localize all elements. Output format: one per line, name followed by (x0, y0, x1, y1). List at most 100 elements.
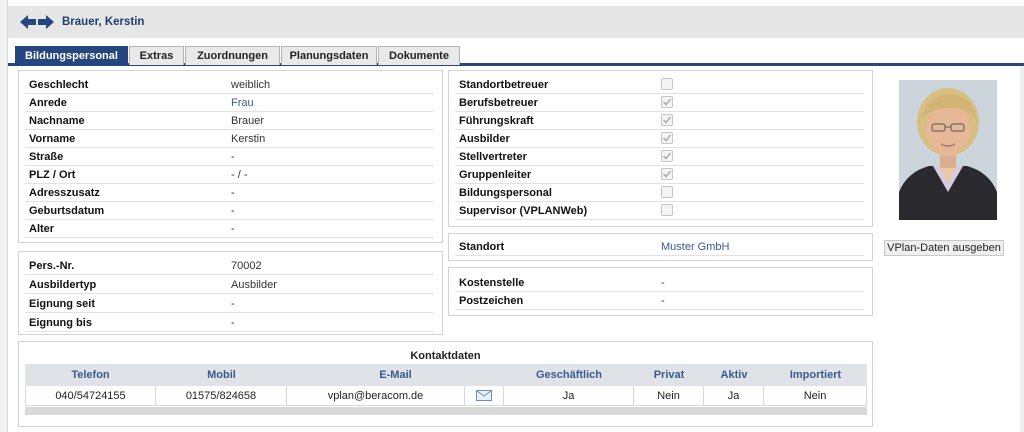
roles-panel: Standortbetreuer Berufsbetreuer Führungs… (448, 70, 873, 227)
field-label: Eignung seit (29, 297, 95, 310)
field-label: Geschlecht (29, 78, 89, 91)
field-value: - (661, 294, 665, 307)
scrollbar-track[interactable] (1020, 66, 1024, 432)
field-row: Ausbildertyp Ausbilder (25, 276, 434, 294)
header-bar: Brauer, Kerstin (8, 6, 1024, 38)
field-row: Eignung seit - (25, 295, 434, 313)
tab-dokumente[interactable]: Dokumente (378, 46, 460, 65)
checkmark-icon (662, 134, 672, 142)
employment-panel: Pers.-Nr. 70002 Ausbildertyp Ausbilder Eig… (18, 251, 443, 335)
field-label: PLZ / Ort (29, 168, 76, 181)
col-header-aktiv[interactable]: Aktiv (704, 364, 764, 386)
page-title: Brauer, Kerstin (62, 16, 145, 28)
cell-mobil: 01575/824658 (156, 386, 287, 406)
field-value: - (231, 316, 235, 329)
cell-geschaeftlich: Ja (504, 386, 634, 406)
col-header-mobil[interactable]: Mobil (156, 364, 287, 386)
cell-aktiv: Ja (704, 386, 764, 406)
field-label: Adresszusatz (29, 186, 100, 199)
field-row: Pers.-Nr. 70002 (25, 257, 434, 275)
field-row: Geschlecht weiblich (25, 76, 434, 94)
cost-panel: Kostenstelle - Postzeichen - (448, 267, 873, 316)
checkmark-icon (662, 170, 672, 178)
field-value: Ausbilder (231, 278, 277, 291)
col-header-geschaeftlich[interactable]: Geschäftlich (504, 364, 634, 386)
kontakt-panel: Kontaktdaten Telefon Mobil E-Mail Geschä… (18, 341, 873, 427)
col-header-telefon[interactable]: Telefon (25, 364, 156, 386)
field-value: 70002 (231, 259, 262, 272)
role-row: Bildungspersonal (455, 184, 864, 202)
cell-email: vplan@beracom.de (287, 386, 465, 406)
arrow-left-icon[interactable] (20, 14, 36, 30)
arrow-right-icon[interactable] (38, 14, 54, 30)
tab-planungsdaten[interactable]: Planungsdaten (281, 46, 377, 65)
field-row: Geburtsdatum - (25, 202, 434, 220)
field-value: - (231, 297, 235, 310)
field-label: Anrede (29, 96, 67, 109)
role-checkbox[interactable] (661, 78, 673, 90)
role-label: Führungskraft (459, 114, 534, 127)
standort-panel: Standort Muster GmbH (448, 233, 873, 261)
role-label: Ausbilder (459, 132, 510, 145)
field-label: Vorname (29, 132, 76, 145)
col-header-privat[interactable]: Privat (634, 364, 704, 386)
field-row: Standort Muster GmbH (455, 238, 864, 256)
role-row: Stellvertreter (455, 148, 864, 166)
role-checkbox[interactable] (661, 204, 673, 216)
role-row: Gruppenleiter (455, 166, 864, 184)
role-row: Führungskraft (455, 112, 864, 130)
role-label: Stellvertreter (459, 150, 527, 163)
role-row: Ausbilder (455, 130, 864, 148)
role-checkbox[interactable] (661, 168, 673, 180)
vplan-export-button[interactable]: VPlan-Daten ausgeben (884, 240, 1004, 256)
field-value: - (231, 204, 235, 217)
field-label: Geburtsdatum (29, 204, 105, 217)
table-footer (25, 407, 867, 415)
tab-bar: Bildungspersonal Extras Zuordnungen Plan… (8, 38, 1024, 66)
role-row: Berufsbetreuer (455, 94, 864, 112)
role-checkbox[interactable] (661, 114, 673, 126)
role-row: Standortbetreuer (455, 76, 864, 94)
tab-zuordnungen[interactable]: Zuordnungen (185, 46, 280, 65)
field-label: Alter (29, 222, 55, 235)
cell-privat: Nein (634, 386, 704, 406)
role-label: Gruppenleiter (459, 168, 532, 181)
role-label: Berufsbetreuer (459, 96, 538, 109)
field-row: Vorname Kerstin (25, 130, 434, 148)
cell-telefon: 040/54724155 (25, 386, 156, 406)
field-row: Nachname Brauer (25, 112, 434, 130)
envelope-icon[interactable] (465, 386, 504, 406)
field-label: Straße (29, 150, 64, 163)
field-value: - / - (231, 168, 248, 181)
left-edge-strip (0, 0, 8, 432)
role-checkbox[interactable] (661, 96, 673, 108)
tab-extras[interactable]: Extras (129, 46, 184, 65)
cell-importiert: Nein (764, 386, 867, 406)
field-row: Straße - (25, 148, 434, 166)
role-checkbox[interactable] (661, 132, 673, 144)
checkmark-icon (662, 98, 672, 106)
field-label: Ausbildertyp (29, 278, 97, 291)
field-label: Pers.-Nr. (29, 259, 75, 272)
personal-data-panel: Geschlecht weiblich Anrede Frau Nachname Br… (18, 70, 443, 243)
field-label: Standort (459, 240, 505, 253)
role-checkbox[interactable] (661, 150, 673, 162)
field-label: Postzeichen (459, 294, 524, 307)
field-value: Brauer (231, 114, 265, 127)
col-header-importiert[interactable]: Importiert (764, 364, 867, 386)
role-label: Standortbetreuer (459, 78, 549, 91)
field-row: Eignung bis - (25, 314, 434, 332)
role-label: Supervisor (VPLANWeb) (459, 204, 588, 217)
field-value: weiblich (231, 78, 271, 91)
col-header-email[interactable]: E-Mail (287, 364, 504, 386)
field-row: Anrede Frau (25, 94, 434, 112)
tab-bildungspersonal[interactable]: Bildungspersonal (15, 46, 128, 65)
field-value: Frau (231, 96, 254, 109)
field-label: Kostenstelle (459, 276, 525, 289)
standort-value[interactable]: Muster GmbH (661, 241, 729, 253)
role-checkbox[interactable] (661, 186, 673, 198)
checkmark-icon (662, 152, 672, 160)
field-value: - (231, 222, 235, 235)
checkmark-icon (662, 116, 672, 124)
field-value: - (231, 186, 235, 199)
